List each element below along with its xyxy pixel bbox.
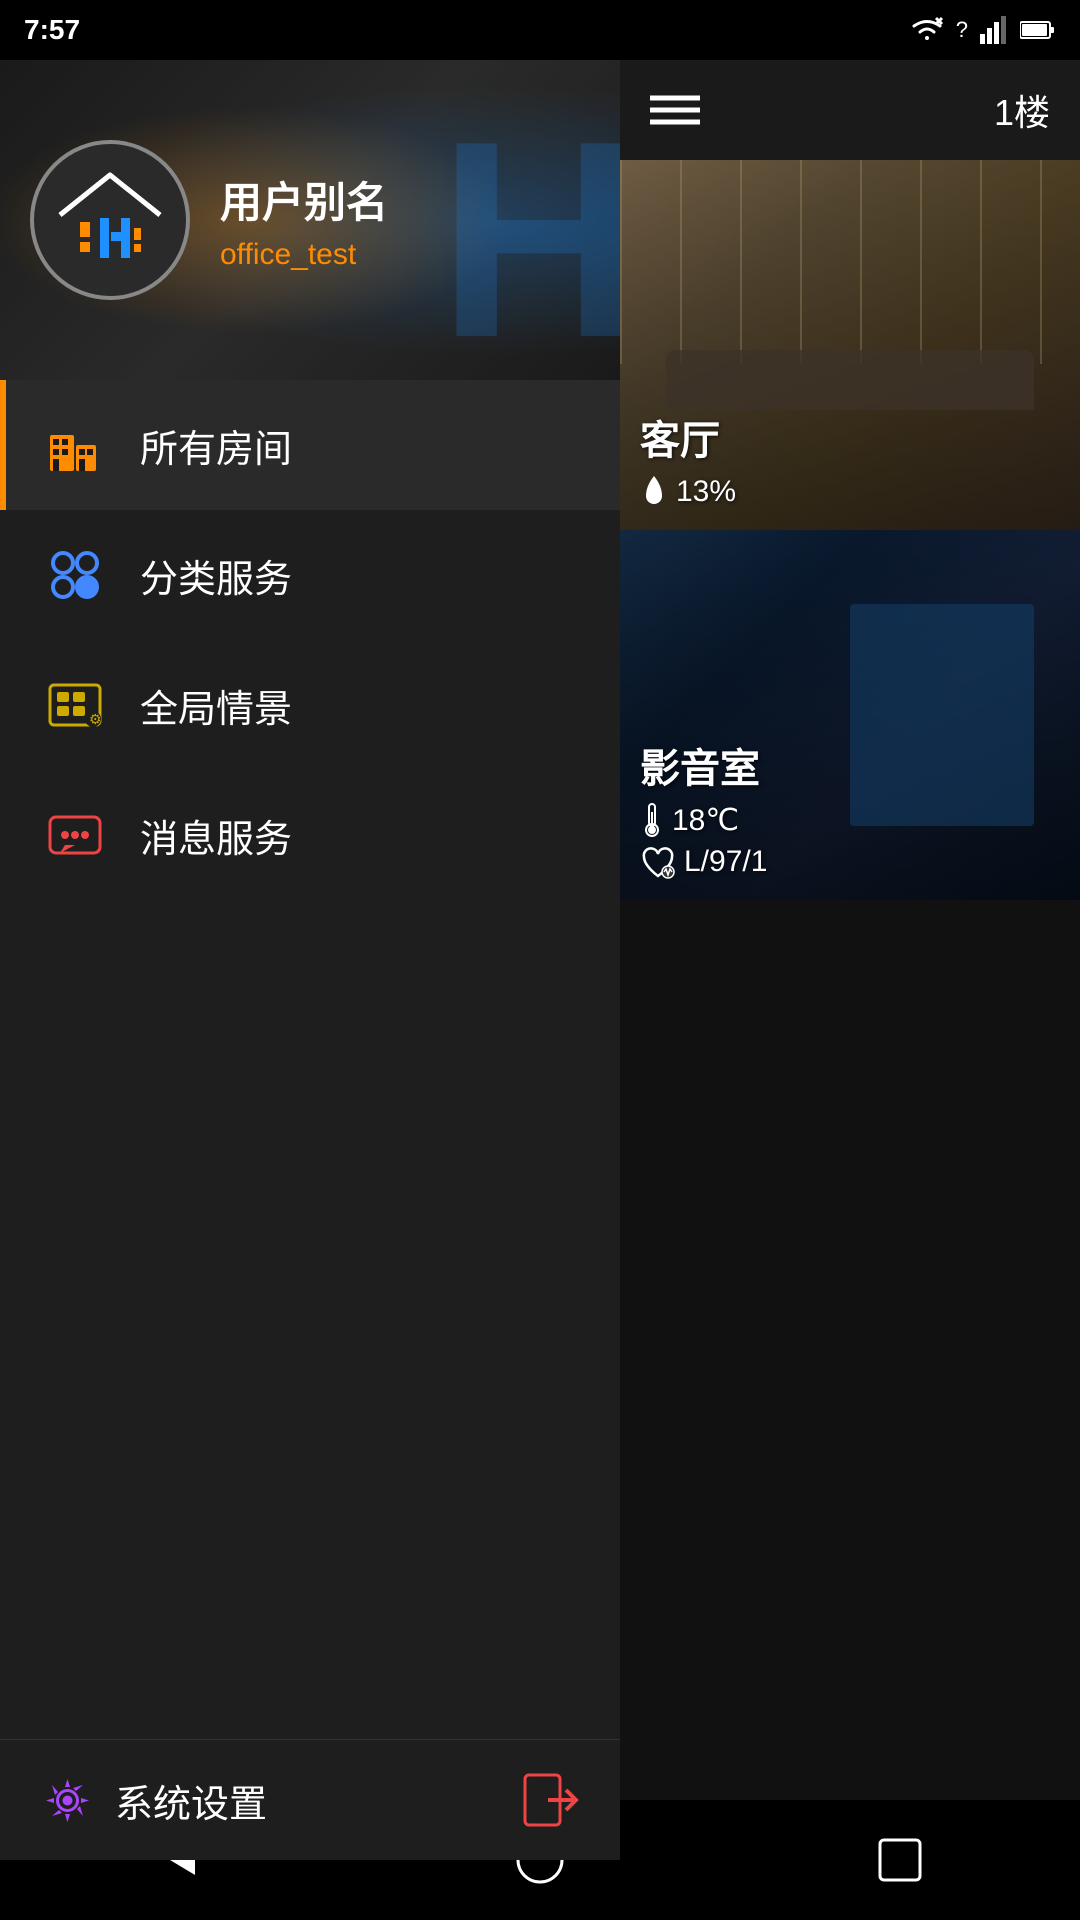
message-label: 消息服务 bbox=[140, 808, 292, 863]
living-room-stats: 13% bbox=[640, 474, 736, 510]
status-time: 7:57 bbox=[24, 14, 80, 46]
living-room-name: 客厅 bbox=[640, 408, 736, 466]
scene-label: 全局情景 bbox=[140, 678, 292, 733]
user-name-label: office_test bbox=[220, 238, 388, 272]
room-card-living[interactable]: 客厅 13% bbox=[620, 160, 1080, 530]
floor-label[interactable]: 1楼 bbox=[994, 84, 1050, 136]
living-room-info: 客厅 13% bbox=[640, 408, 736, 510]
settings-label: 系统设置 bbox=[115, 1773, 267, 1828]
recent-icon bbox=[875, 1835, 925, 1885]
sidebar-item-scene[interactable]: ⚙ 全局情景 bbox=[0, 640, 620, 770]
logout-icon bbox=[520, 1770, 580, 1830]
question-icon: ? bbox=[956, 17, 968, 43]
battery-icon bbox=[1020, 19, 1056, 41]
recent-button[interactable] bbox=[875, 1835, 925, 1885]
sidebar-item-category[interactable]: 分类服务 bbox=[0, 510, 620, 640]
heart-rate-icon bbox=[640, 844, 676, 880]
wall-panels bbox=[620, 160, 1080, 364]
sofa-shape bbox=[666, 350, 1034, 410]
theater-room-info: 影音室 18℃ bbox=[640, 736, 767, 880]
sidebar-bottom: 系统设置 bbox=[0, 1739, 620, 1860]
temperature-value: 18℃ bbox=[672, 803, 739, 838]
nav-section: 所有房间 分类服务 bbox=[0, 380, 620, 1739]
category-label: 分类服务 bbox=[140, 548, 292, 603]
thermometer-icon bbox=[640, 802, 664, 838]
building-icon bbox=[40, 410, 110, 480]
room-card-theater[interactable]: 影音室 18℃ bbox=[620, 530, 1080, 900]
humidity-value: 13% bbox=[676, 475, 736, 509]
category-icon bbox=[40, 540, 110, 610]
svg-text:⚙: ⚙ bbox=[89, 711, 102, 727]
settings-item[interactable]: 系统设置 bbox=[40, 1773, 267, 1828]
sidebar-item-message[interactable]: 消息服务 bbox=[0, 770, 620, 900]
menu-button[interactable] bbox=[650, 90, 700, 130]
right-panel: 1楼 客厅 13% bbox=[620, 60, 1080, 1860]
right-header: 1楼 bbox=[620, 60, 1080, 160]
user-info: 用户别名 office_test bbox=[220, 169, 388, 272]
theater-heart-stats: L/97/1 bbox=[640, 844, 767, 880]
status-bar: 7:57 ? bbox=[0, 0, 1080, 60]
theater-room-name: 影音室 bbox=[640, 736, 767, 794]
status-icons: ? bbox=[910, 16, 1056, 44]
rooms-list: 客厅 13% 影音室 bbox=[620, 160, 1080, 1860]
all-rooms-label: 所有房间 bbox=[140, 418, 292, 473]
humidity-drop-icon bbox=[640, 474, 668, 510]
signal-icon bbox=[980, 16, 1008, 44]
bg-watermark: H bbox=[438, 80, 620, 380]
main-layout: H 用户别 bbox=[0, 60, 1080, 1860]
menu-icon bbox=[650, 90, 700, 130]
shelf-shape bbox=[850, 604, 1034, 826]
logout-button[interactable] bbox=[520, 1770, 580, 1830]
user-alias-label: 用户别名 bbox=[220, 169, 388, 230]
wifi-icon bbox=[910, 16, 944, 44]
user-header: H 用户别 bbox=[0, 60, 620, 380]
message-icon bbox=[40, 800, 110, 870]
scene-icon: ⚙ bbox=[40, 670, 110, 740]
sidebar: H 用户别 bbox=[0, 60, 620, 1860]
heart-rate-value: L/97/1 bbox=[684, 845, 767, 879]
settings-icon bbox=[40, 1773, 95, 1828]
sidebar-item-all-rooms[interactable]: 所有房间 bbox=[0, 380, 620, 510]
logo-svg bbox=[50, 170, 170, 270]
theater-room-stats: 18℃ bbox=[640, 802, 767, 838]
app-logo bbox=[30, 140, 190, 300]
